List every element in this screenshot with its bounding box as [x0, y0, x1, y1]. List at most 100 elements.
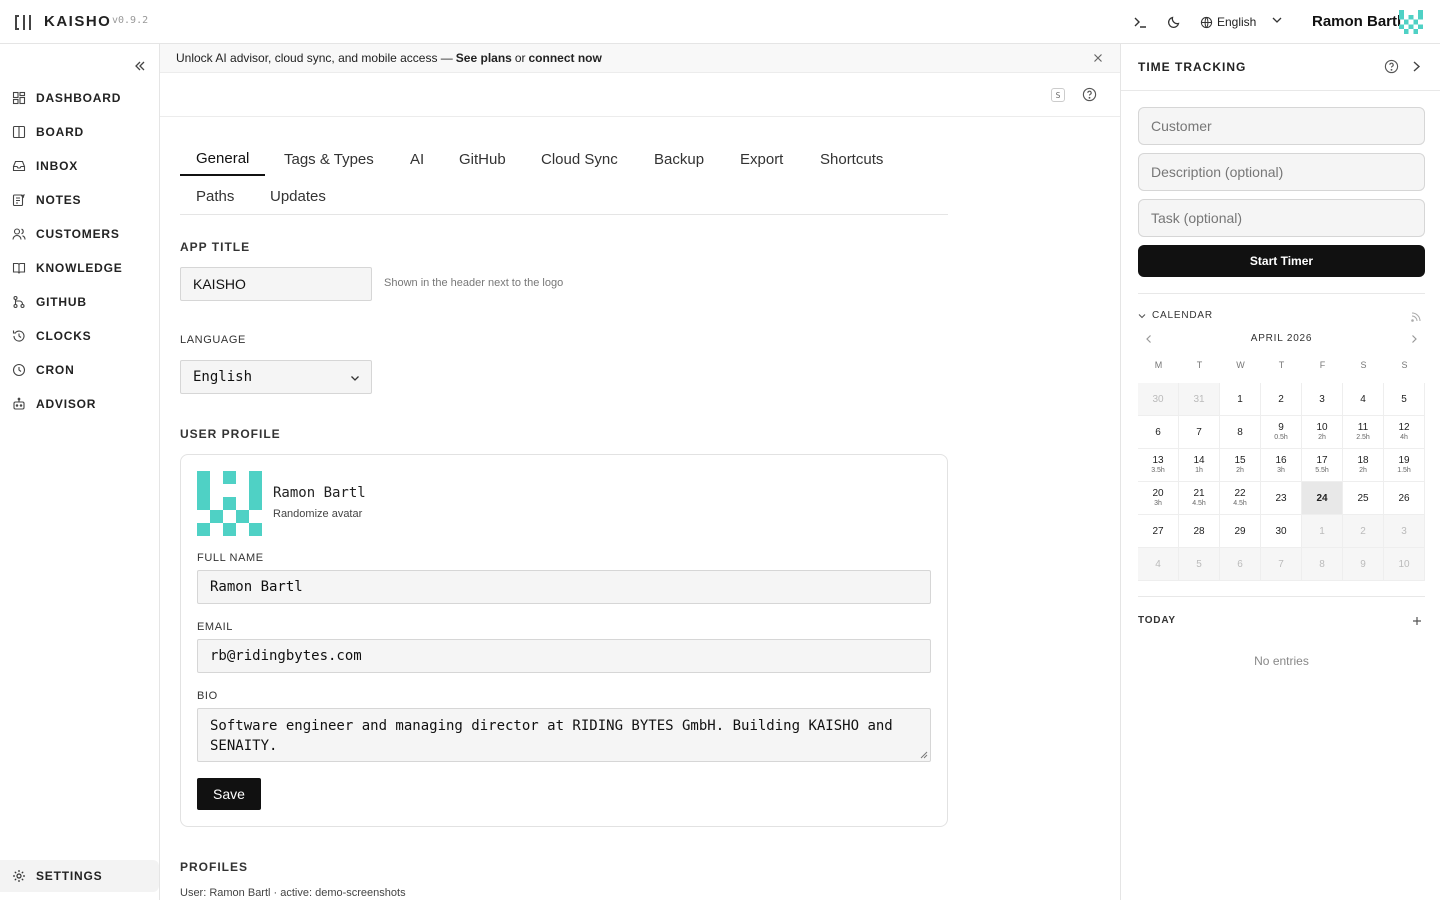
- calendar-day[interactable]: 4: [1343, 383, 1384, 416]
- calendar-day[interactable]: 29: [1220, 515, 1261, 548]
- sidebar-item-board[interactable]: BOARD: [0, 118, 159, 146]
- app-title-input[interactable]: KAISHO: [180, 267, 372, 301]
- terminal-icon[interactable]: [1130, 12, 1150, 32]
- calendar-day-number: 26: [1398, 492, 1410, 504]
- calendar-day[interactable]: 16 3h: [1261, 449, 1302, 482]
- calendar-toggle[interactable]: CALENDAR: [1138, 310, 1213, 321]
- connect-now-link[interactable]: connect now: [529, 51, 602, 65]
- sidebar-item-github[interactable]: GITHUB: [0, 288, 159, 316]
- calendar-day[interactable]: 7: [1261, 548, 1302, 581]
- chevron-down-icon[interactable]: [1270, 13, 1284, 27]
- start-timer-button[interactable]: Start Timer: [1138, 245, 1425, 277]
- calendar-day[interactable]: 28: [1179, 515, 1220, 548]
- sidebar-item-customers[interactable]: CUSTOMERS: [0, 220, 159, 248]
- calendar-day-number: 2: [1360, 525, 1366, 537]
- user-name[interactable]: Ramon Bartl: [1312, 13, 1401, 30]
- tab-paths[interactable]: Paths: [196, 179, 234, 213]
- rss-icon[interactable]: [1411, 312, 1421, 322]
- sidebar-item-notes[interactable]: NOTES: [0, 186, 159, 214]
- tab-shortcuts[interactable]: Shortcuts: [820, 142, 883, 176]
- close-icon[interactable]: [1092, 52, 1104, 64]
- calendar-day[interactable]: 8: [1220, 416, 1261, 449]
- calendar-day[interactable]: 21 4.5h: [1179, 482, 1220, 515]
- calendar-day[interactable]: 20 3h: [1138, 482, 1179, 515]
- full-name-field[interactable]: Ramon Bartl: [197, 570, 931, 604]
- calendar-day[interactable]: 13 3.5h: [1138, 449, 1179, 482]
- calendar-day[interactable]: 2: [1343, 515, 1384, 548]
- calendar-day[interactable]: 1: [1220, 383, 1261, 416]
- calendar-day[interactable]: 4: [1138, 548, 1179, 581]
- task-input[interactable]: Task (optional): [1138, 199, 1425, 237]
- tab-backup[interactable]: Backup: [654, 142, 704, 176]
- sidebar-item-dashboard[interactable]: DASHBOARD: [0, 84, 159, 112]
- calendar-day[interactable]: 14 1h: [1179, 449, 1220, 482]
- language-select[interactable]: English: [180, 360, 372, 394]
- calendar-day[interactable]: 30: [1261, 515, 1302, 548]
- calendar-day[interactable]: 31: [1179, 383, 1220, 416]
- customer-input[interactable]: Customer: [1138, 107, 1425, 145]
- calendar-day[interactable]: 5: [1179, 548, 1220, 581]
- sidebar-item-advisor[interactable]: ADVISOR: [0, 390, 159, 418]
- chevron-right-icon[interactable]: [1409, 59, 1423, 74]
- calendar-day[interactable]: 6: [1138, 416, 1179, 449]
- tab-general[interactable]: General: [180, 142, 266, 176]
- calendar-day[interactable]: 12 4h: [1384, 416, 1425, 449]
- calendar-day[interactable]: 24: [1302, 482, 1343, 515]
- divider: [1121, 90, 1440, 91]
- calendar-day[interactable]: 18 2h: [1343, 449, 1384, 482]
- calendar-day[interactable]: 1: [1302, 515, 1343, 548]
- sidebar-item-cron[interactable]: CRON: [0, 356, 159, 384]
- calendar-day[interactable]: 5: [1384, 383, 1425, 416]
- plus-icon[interactable]: [1411, 615, 1423, 627]
- save-button[interactable]: Save: [197, 778, 261, 810]
- calendar-day[interactable]: 22 4.5h: [1220, 482, 1261, 515]
- calendar-day[interactable]: 9: [1343, 548, 1384, 581]
- bio-field[interactable]: Software engineer and managing director …: [197, 708, 931, 762]
- sidebar-item-settings[interactable]: SETTINGS: [0, 860, 159, 892]
- calendar-day[interactable]: 19 1.5h: [1384, 449, 1425, 482]
- calendar-day[interactable]: 3: [1302, 383, 1343, 416]
- chevron-right-icon[interactable]: [1409, 333, 1419, 345]
- collapse-sidebar-icon[interactable]: [132, 58, 148, 74]
- tab-ai[interactable]: AI: [410, 142, 424, 176]
- description-input[interactable]: Description (optional): [1138, 153, 1425, 191]
- calendar-day[interactable]: 10: [1384, 548, 1425, 581]
- tab-updates[interactable]: Updates: [270, 179, 326, 213]
- calendar-day-number: 19: [1398, 455, 1410, 466]
- calendar-day[interactable]: 30: [1138, 383, 1179, 416]
- calendar-day[interactable]: 3: [1384, 515, 1425, 548]
- help-icon[interactable]: [1082, 87, 1097, 102]
- calendar-day[interactable]: 23: [1261, 482, 1302, 515]
- calendar-day[interactable]: 27: [1138, 515, 1179, 548]
- language-selector[interactable]: English: [1200, 12, 1256, 32]
- dark-mode-icon[interactable]: [1164, 12, 1184, 32]
- calendar-day[interactable]: 9 0.5h: [1261, 416, 1302, 449]
- user-avatar[interactable]: [1399, 10, 1423, 34]
- randomize-avatar-link[interactable]: Randomize avatar: [273, 508, 362, 520]
- tab-export[interactable]: Export: [740, 142, 783, 176]
- calendar-day[interactable]: 26: [1384, 482, 1425, 515]
- calendar-day[interactable]: 6: [1220, 548, 1261, 581]
- calendar-day[interactable]: 2: [1261, 383, 1302, 416]
- tab-github[interactable]: GitHub: [459, 142, 506, 176]
- calendar-day[interactable]: 10 2h: [1302, 416, 1343, 449]
- calendar-day[interactable]: 11 2.5h: [1343, 416, 1384, 449]
- tab-cloud-sync[interactable]: Cloud Sync: [541, 142, 618, 176]
- calendar-day[interactable]: 25: [1343, 482, 1384, 515]
- see-plans-link[interactable]: See plans: [456, 51, 512, 65]
- sidebar-item-label: CLOCKS: [36, 329, 92, 343]
- calendar-day-hours: 4h: [1400, 434, 1408, 441]
- sidebar-item-clocks[interactable]: CLOCKS: [0, 322, 159, 350]
- help-icon[interactable]: [1384, 59, 1399, 74]
- calendar-day[interactable]: 15 2h: [1220, 449, 1261, 482]
- sidebar-item-knowledge[interactable]: KNOWLEDGE: [0, 254, 159, 282]
- tab-tags-types[interactable]: Tags & Types: [284, 142, 374, 176]
- email-field[interactable]: rb@ridingbytes.com: [197, 639, 931, 673]
- calendar-grid: 30 31 1 2 3 4 5 6 7 8 9 0.5h 10 2h 11 2.5h 12 4h 13 3.5h 14 1…: [1138, 383, 1425, 581]
- profile-avatar[interactable]: [197, 471, 262, 536]
- sidebar-item-inbox[interactable]: INBOX: [0, 152, 159, 180]
- calendar-day[interactable]: 17 5.5h: [1302, 449, 1343, 482]
- resize-handle-icon[interactable]: [920, 751, 928, 759]
- calendar-day[interactable]: 8: [1302, 548, 1343, 581]
- calendar-day[interactable]: 7: [1179, 416, 1220, 449]
